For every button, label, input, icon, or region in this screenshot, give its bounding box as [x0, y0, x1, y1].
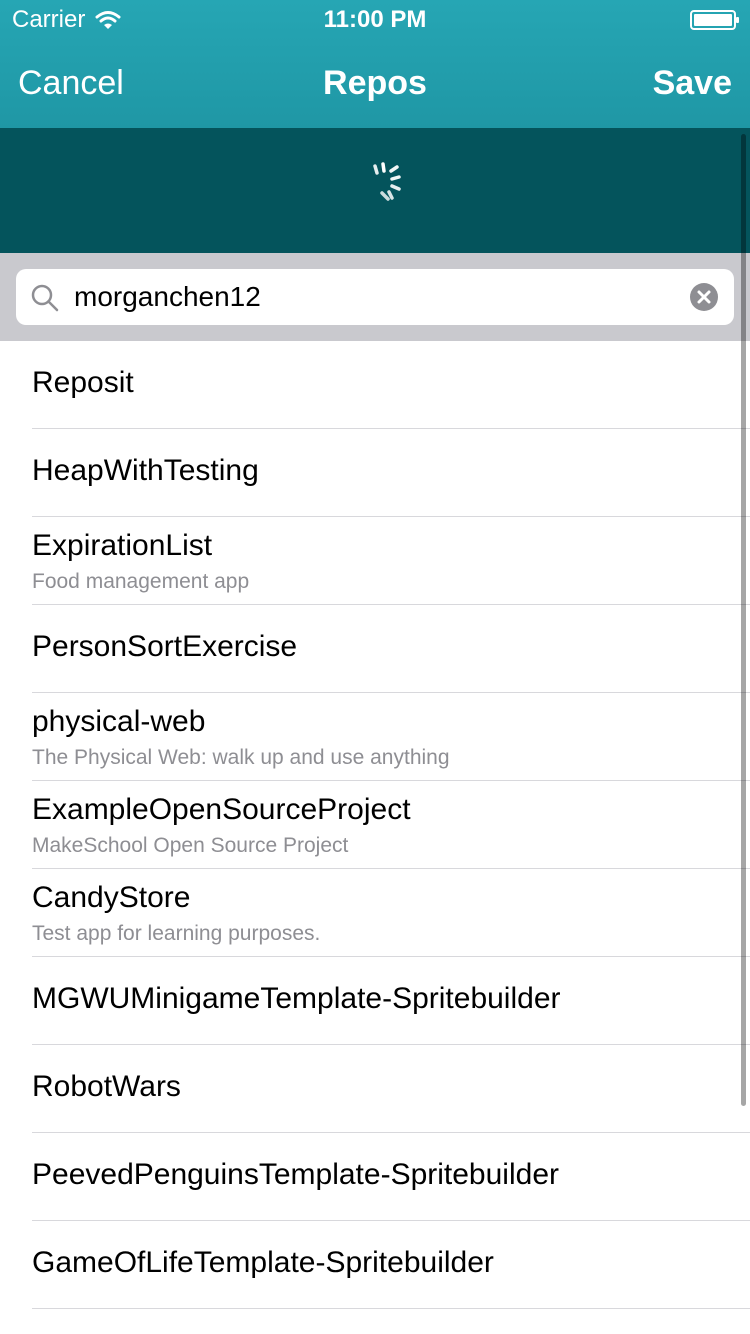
top-bar: Carrier 11:00 PM Cancel Repos Save	[0, 0, 750, 128]
navigation-bar: Cancel Repos Save	[0, 40, 750, 128]
repo-title: PersonSortExercise	[32, 630, 298, 663]
battery-icon	[690, 10, 739, 30]
repo-title: physical-web	[32, 705, 206, 738]
repos-screen: Carrier 11:00 PM Cancel Repos Save morga…	[0, 0, 750, 1334]
repo-list: Reposit HeapWithTesting ExpirationList Food…	[0, 341, 750, 1309]
repo-title: GameOfLifeTemplate-Spritebuilder	[32, 1246, 494, 1279]
list-item[interactable]: GameOfLifeTemplate-Spritebuilder	[0, 1221, 750, 1309]
scrollbar[interactable]	[741, 134, 746, 1106]
repo-title: ExampleOpenSourceProject	[32, 793, 411, 826]
list-item[interactable]: MGWUMinigameTemplate-Spritebuilder	[0, 957, 750, 1045]
repo-description: Test app for learning purposes.	[32, 922, 321, 945]
repo-description: Food management app	[32, 570, 250, 593]
list-item[interactable]: RobotWars	[0, 1045, 750, 1133]
list-item[interactable]: ExampleOpenSourceProject MakeSchool Open …	[0, 781, 750, 869]
repo-title: HeapWithTesting	[32, 454, 259, 487]
list-item[interactable]: HeapWithTesting	[0, 429, 750, 517]
repo-description: The Physical Web: walk up and use anythi…	[32, 746, 450, 769]
status-time: 11:00 PM	[323, 6, 427, 33]
repo-description: MakeSchool Open Source Project	[32, 834, 349, 857]
repo-title: RobotWars	[32, 1070, 181, 1103]
save-button[interactable]: Save	[653, 64, 732, 103]
search-icon	[31, 284, 59, 312]
repo-title: PeevedPenguinsTemplate-Spritebuilder	[32, 1158, 559, 1191]
list-item[interactable]: PersonSortExercise	[0, 605, 750, 693]
spinner-icon	[373, 162, 401, 201]
list-item[interactable]: physical-web The Physical Web: walk up an…	[0, 693, 750, 781]
list-item[interactable]: Reposit	[0, 341, 750, 429]
repo-title: ExpirationList	[32, 529, 213, 562]
list-item[interactable]: ExpirationList Food management app	[0, 517, 750, 605]
status-bar: Carrier 11:00 PM	[0, 0, 750, 40]
repo-title: Reposit	[32, 366, 134, 399]
repo-title: CandyStore	[32, 881, 191, 914]
clear-icon[interactable]	[690, 283, 718, 311]
search-bar: morganchen12	[0, 253, 750, 341]
search-input-value: morganchen12	[74, 281, 261, 312]
list-item[interactable]: CandyStore Test app for learning purposes…	[0, 869, 750, 957]
list-item[interactable]: PeevedPenguinsTemplate-Spritebuilder	[0, 1133, 750, 1221]
search-input[interactable]: morganchen12	[16, 269, 734, 325]
page-title: Repos	[323, 64, 427, 102]
repo-title: MGWUMinigameTemplate-Spritebuilder	[32, 982, 561, 1015]
